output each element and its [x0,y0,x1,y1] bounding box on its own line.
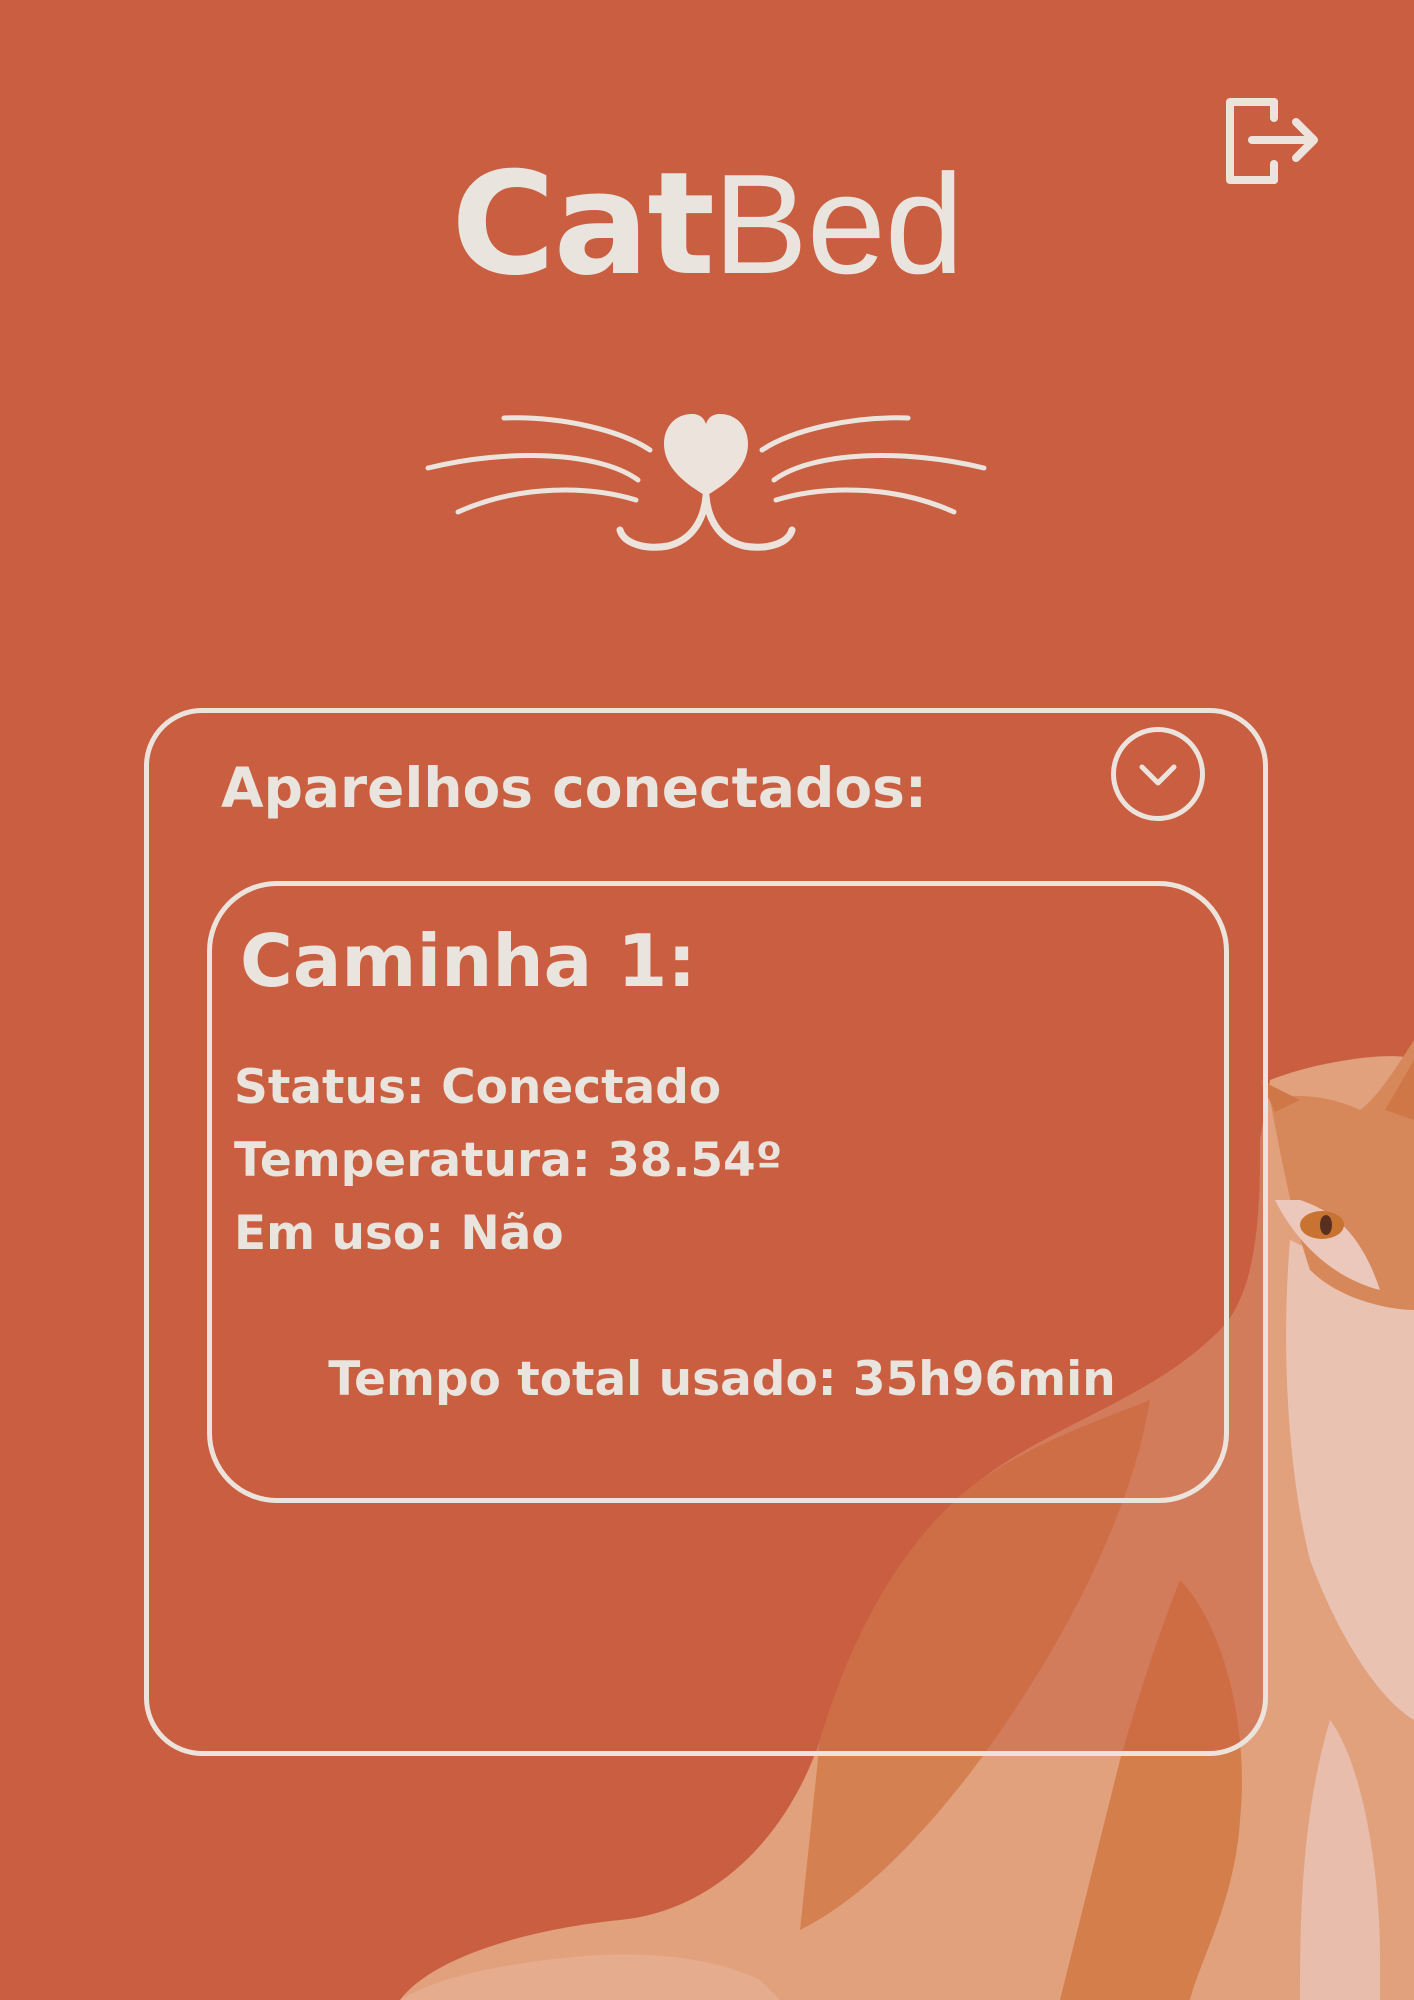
cat-logo [420,400,992,560]
device-status: Status: Conectado [234,1060,722,1115]
device-temperature: Temperatura: 38.54º [234,1133,783,1188]
expand-toggle-button[interactable] [1111,727,1205,821]
app-title: CatBed [0,140,1414,310]
connected-devices-panel: Aparelhos conectados: Caminha 1: Status:… [144,708,1268,1756]
app-title-light: Bed [713,145,964,304]
device-total-time: Tempo total usado: 35h96min [328,1352,1116,1407]
device-in-use: Em uso: Não [234,1206,564,1261]
device-name: Caminha 1: [240,919,697,1003]
app-title-bold: Cat [451,142,715,307]
chevron-down-icon [1139,764,1177,786]
panel-title: Aparelhos conectados: [221,756,927,820]
device-card[interactable]: Caminha 1: Status: Conectado Temperatura… [207,881,1229,1503]
cat-whiskers-heart-nose-icon [425,414,987,551]
